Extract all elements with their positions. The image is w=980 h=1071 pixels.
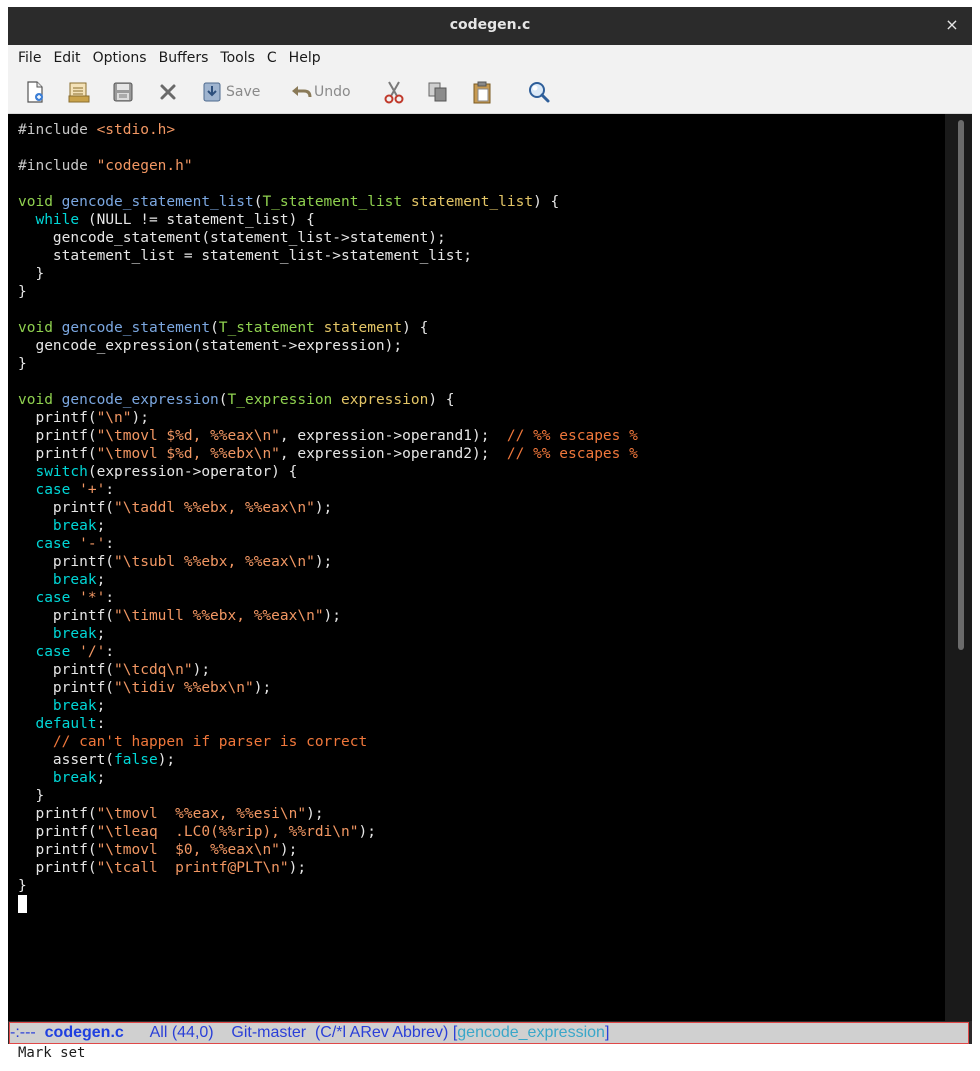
code-line: case '*': xyxy=(35,590,115,606)
search-button[interactable] xyxy=(527,79,551,105)
menu-file[interactable]: File xyxy=(18,45,41,71)
code-line: printf("\tcall printf@PLT\n"); xyxy=(18,860,307,876)
paste-button[interactable] xyxy=(471,79,493,105)
scrollbar-thumb[interactable] xyxy=(958,120,964,650)
code-line: switch(expression->operator) { xyxy=(35,464,298,480)
editor-buffer[interactable]: #include <stdio.h> #include "codegen.h" … xyxy=(8,114,945,1021)
save-label: Save xyxy=(226,84,261,100)
modeline-close-bracket: ] xyxy=(604,1024,610,1041)
code-line: case '/': xyxy=(35,644,115,660)
code-line: #include "codegen.h" xyxy=(18,158,193,174)
cut-button[interactable] xyxy=(383,79,405,105)
open-file-button[interactable] xyxy=(67,79,91,105)
code-line: case '+': xyxy=(35,482,115,498)
code-line: printf("\taddl %%ebx, %%eax\n"); xyxy=(18,500,333,516)
undo-icon xyxy=(292,86,312,98)
code-line: printf("\tsubl %%ebx, %%eax\n"); xyxy=(18,554,333,570)
menu-tools[interactable]: Tools xyxy=(220,45,255,71)
code-line: printf("\timull %%ebx, %%eax\n"); xyxy=(18,608,342,624)
code-line: } xyxy=(18,284,27,300)
new-file-icon xyxy=(27,81,43,103)
mode-line[interactable]: -:--- codegen.c All (44,0) Git-master (C… xyxy=(9,1022,969,1044)
code-line: gencode_statement(statement_list->statem… xyxy=(18,230,446,246)
save-icon xyxy=(203,82,221,102)
emacs-window: codegen.c × File Edit Options Buffers Tools C… xyxy=(8,7,972,1063)
modeline-buffer-name[interactable]: codegen.c xyxy=(45,1024,124,1041)
code-line: break; xyxy=(52,626,106,642)
copy-button[interactable] xyxy=(427,79,449,105)
menu-c[interactable]: C xyxy=(267,45,277,71)
code-line: default: xyxy=(35,716,106,732)
code-line: } xyxy=(18,878,27,894)
code-line: break; xyxy=(52,698,106,714)
code-line: break; xyxy=(52,770,106,786)
code-line: printf("\tidiv %%ebx\n"); xyxy=(18,680,272,696)
search-icon xyxy=(529,82,550,103)
undo-button[interactable]: Undo xyxy=(290,79,351,105)
close-buffer-button[interactable] xyxy=(158,79,178,105)
code-line: void gencode_statement(T_statement state… xyxy=(18,320,429,336)
new-file-button[interactable] xyxy=(24,79,46,105)
code-line: printf("\tcdq\n"); xyxy=(18,662,211,678)
window-title: codegen.c xyxy=(449,17,531,33)
code-line: assert(false); xyxy=(18,752,176,768)
code-line: statement_list = statement_list->stateme… xyxy=(18,248,472,264)
modeline-vc[interactable]: Git-master xyxy=(231,1024,306,1041)
menu-buffers[interactable]: Buffers xyxy=(159,45,209,71)
code-line: gencode_expression(statement->expression… xyxy=(18,338,403,354)
code-line: #include <stdio.h> xyxy=(18,122,176,138)
modeline-which-function: gencode_expression xyxy=(457,1024,605,1041)
tool-bar: Save Undo xyxy=(8,71,972,114)
undo-label: Undo xyxy=(314,84,351,100)
modeline-modes[interactable]: (C/*l ARev Abbrev) xyxy=(315,1024,448,1041)
menu-options[interactable]: Options xyxy=(93,45,147,71)
code-line: case '-': xyxy=(35,536,115,552)
code-line: } xyxy=(18,788,45,804)
save-button[interactable]: Save xyxy=(202,79,260,105)
code-line: // can't happen if parser is correct xyxy=(52,734,368,750)
code-line: printf("\tmovl $%d, %%eax\n", expression… xyxy=(18,428,638,444)
code-line: void gencode_expression(T_expression exp… xyxy=(18,392,455,408)
code-line: void gencode_statement_list(T_statement_… xyxy=(18,194,560,210)
vertical-scrollbar[interactable] xyxy=(945,114,972,1021)
code-line: while (NULL != statement_list) { xyxy=(35,212,315,228)
modeline-position[interactable]: All (44,0) xyxy=(150,1024,214,1041)
cut-icon xyxy=(384,81,404,104)
disk-icon xyxy=(113,82,133,102)
code-line: printf("\tmovl %%eax, %%esi\n"); xyxy=(18,806,324,822)
paste-icon xyxy=(473,81,491,104)
code-line: break; xyxy=(52,518,106,534)
copy-icon xyxy=(428,82,447,102)
code-line: printf("\tleaq .LC0(%%rip), %%rdi\n"); xyxy=(18,824,376,840)
close-window-button[interactable]: × xyxy=(942,15,962,35)
code-line: printf("\tmovl $0, %%eax\n"); xyxy=(18,842,298,858)
title-bar: codegen.c × xyxy=(8,7,972,45)
close-icon xyxy=(160,84,176,100)
code-line: printf("\tmovl $%d, %%ebx\n", expression… xyxy=(18,446,638,462)
modeline-status: -:--- xyxy=(10,1024,36,1041)
code-line: } xyxy=(18,266,45,282)
menu-help[interactable]: Help xyxy=(289,45,321,71)
open-folder-icon xyxy=(68,82,90,103)
code-text[interactable]: #include <stdio.h> #include "codegen.h" … xyxy=(18,121,638,913)
code-line: } xyxy=(18,356,27,372)
text-cursor xyxy=(18,895,27,913)
minibuffer[interactable]: Mark set xyxy=(8,1044,972,1063)
menu-edit[interactable]: Edit xyxy=(53,45,80,71)
code-line: break; xyxy=(52,572,106,588)
menu-bar: File Edit Options Buffers Tools C Help xyxy=(8,45,972,71)
code-line: printf("\n"); xyxy=(18,410,149,426)
save-disk-button[interactable] xyxy=(112,79,134,105)
